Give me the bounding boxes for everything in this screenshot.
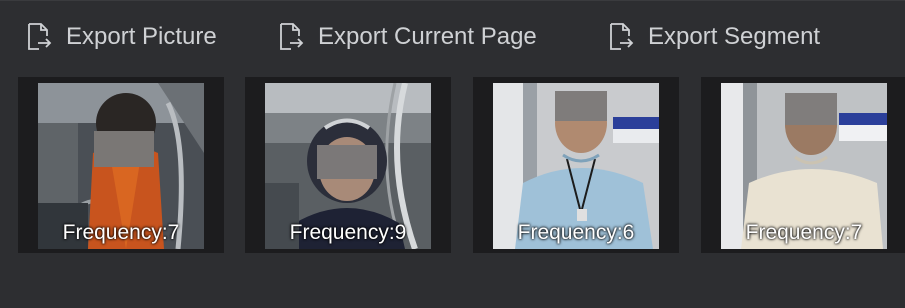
face-search-results-panel: Export Picture Export Current Page Expor… [0, 0, 905, 308]
export-toolbar: Export Picture Export Current Page Expor… [0, 1, 905, 75]
frequency-label: Frequency:7 [745, 221, 863, 244]
face-thumbnail-card[interactable]: Frequency:9 [245, 77, 451, 253]
export-picture-label: Export Picture [66, 23, 217, 50]
export-file-icon [278, 22, 304, 52]
export-segment-button[interactable]: Export Segment [608, 19, 820, 55]
thumbnail-grid: Frequency:7 Frequency:9 Frequency:6 Freq… [0, 77, 905, 255]
export-picture-button[interactable]: Export Picture [26, 19, 217, 55]
frequency-label: Frequency:6 [517, 221, 635, 244]
export-segment-label: Export Segment [648, 23, 821, 50]
export-current-page-label: Export Current Page [318, 23, 537, 50]
face-thumbnail-card[interactable]: Frequency:6 [473, 77, 679, 253]
face-thumbnail-card[interactable]: Frequency:7 [701, 77, 905, 253]
face-thumbnail-card[interactable]: Frequency:7 [18, 77, 224, 253]
export-current-page-button[interactable]: Export Current Page [278, 19, 537, 55]
frequency-label: Frequency:7 [62, 221, 180, 244]
export-file-icon [608, 22, 634, 52]
export-file-icon [26, 22, 52, 52]
frequency-label: Frequency:9 [289, 221, 407, 244]
